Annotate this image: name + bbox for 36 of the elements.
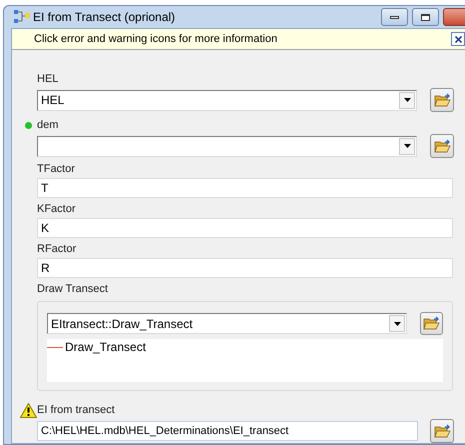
dropdown-field[interactable]	[37, 136, 417, 156]
folder-icon	[434, 138, 450, 154]
folder-icon	[434, 92, 450, 108]
browse-button[interactable]	[430, 88, 454, 112]
caret-icon	[394, 322, 401, 326]
window-title: EI from Transect (oprional)	[33, 9, 176, 26]
caret-icon	[404, 98, 410, 102]
line-symbol-icon	[47, 346, 63, 348]
text-field[interactable]: K	[37, 218, 453, 238]
text-field[interactable]: R	[37, 258, 453, 278]
parameter-label: KFactor	[37, 202, 76, 218]
close-icon	[454, 36, 462, 42]
dropdown-field[interactable]: HEL	[37, 90, 417, 110]
feature-item[interactable]: Draw_Transect	[47, 339, 443, 355]
output-path-field[interactable]: C:\HEL\HEL.mdb\HEL_Determinations\EI_transect	[37, 421, 418, 441]
minimize-button[interactable]	[381, 8, 408, 26]
warning-icon[interactable]	[20, 403, 36, 418]
parameter-label: EI from transect	[37, 403, 115, 418]
caret-icon	[404, 144, 410, 148]
browse-button[interactable]	[430, 419, 454, 443]
dropdown-field[interactable]: EItransect::Draw_Transect	[47, 313, 408, 334]
close-button[interactable]	[451, 32, 465, 46]
parameter-label: RFactor	[37, 242, 76, 258]
text-field[interactable]: T	[37, 178, 453, 198]
maximize-button[interactable]	[412, 8, 439, 26]
parameter-label: dem	[37, 118, 58, 134]
folder-icon	[423, 316, 440, 331]
folder-icon	[434, 424, 450, 438]
status-dot-icon[interactable]	[24, 122, 32, 129]
parameter-label: Draw Transect	[37, 282, 108, 298]
info-message: Click error and warning icons for more information	[34, 32, 278, 47]
parameter-label: TFactor	[37, 162, 75, 178]
browse-button[interactable]	[420, 312, 443, 335]
model-icon	[14, 10, 30, 24]
parameter-label: HEL	[37, 72, 58, 88]
browse-button[interactable]	[430, 134, 454, 158]
